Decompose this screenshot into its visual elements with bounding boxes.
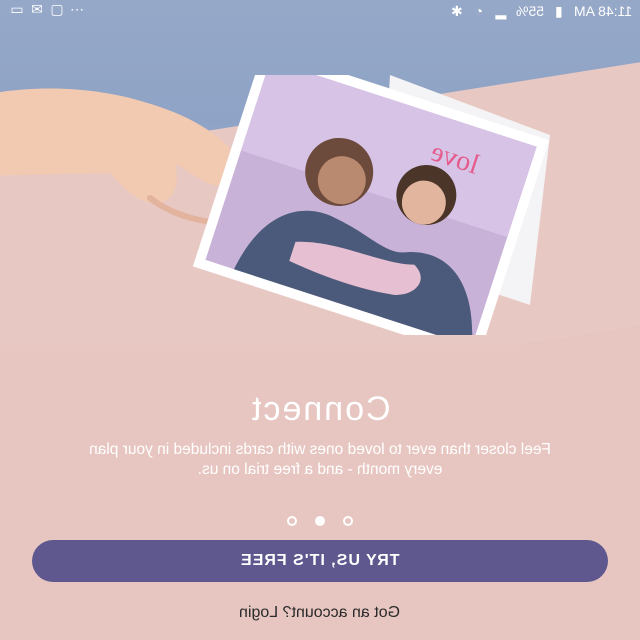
app-screen: love ▭ ✉ ▢ ⋯ ✱ ◔ ▂ 55% ▮ 11:48 AM Connec… — [0, 0, 640, 640]
onboarding-description: Feel closer than ever to loved ones with… — [89, 441, 551, 478]
page-dot[interactable] — [343, 516, 353, 526]
onboarding-title: Connect — [249, 390, 391, 428]
try-free-button[interactable]: TRY US, IT'S FREE — [32, 540, 608, 582]
battery-percent: 55% — [515, 3, 544, 19]
login-link[interactable]: Got an account? Login — [0, 604, 640, 622]
hero-image: love — [0, 0, 640, 345]
sim-icon: ▢ — [50, 0, 64, 17]
wifi-icon: ◔ — [474, 3, 484, 19]
status-left: ▭ ✉ ▢ ⋯ — [10, 0, 84, 17]
bluetooth-icon: ✱ — [450, 2, 463, 19]
battery-icon: ▮ — [555, 2, 563, 19]
signal-icon: ▂ — [495, 2, 507, 19]
page-dot-active[interactable] — [315, 516, 325, 526]
sms-icon: ✉ — [31, 0, 43, 17]
page-dot[interactable] — [287, 516, 297, 526]
status-time: 11:48 AM — [573, 3, 632, 19]
page-indicator — [0, 513, 640, 529]
cast-icon: ▭ — [10, 0, 24, 17]
status-bar: ▭ ✉ ▢ ⋯ ✱ ◔ ▂ 55% ▮ 11:48 AM — [0, 0, 640, 24]
more-icon: ⋯ — [70, 0, 84, 17]
photo-card: love — [192, 75, 550, 335]
status-right: ✱ ◔ ▂ 55% ▮ 11:48 AM — [450, 2, 632, 20]
